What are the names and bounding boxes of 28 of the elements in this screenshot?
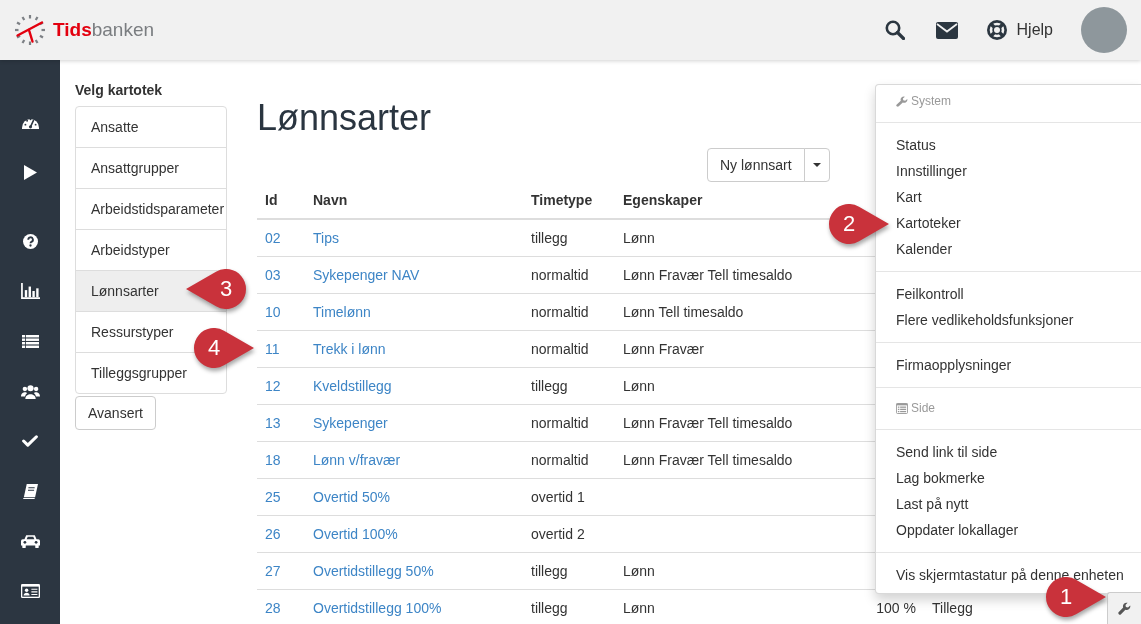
table-cell: overtid 1 — [523, 478, 615, 516]
table-cell: normaltid — [523, 441, 615, 479]
panel-title: Velg kartotek — [75, 81, 164, 100]
table-cell: Lønn — [615, 552, 860, 590]
menu-section-title: System — [911, 93, 951, 110]
table-cell: Lønn Fravær Tell timesaldo — [615, 256, 860, 294]
table-cell: Lønn — [615, 367, 860, 405]
table-cell: Lønn Tell timesaldo — [615, 293, 860, 331]
table-cell: Lønn Fravær Tell timesaldo — [615, 441, 860, 479]
table-cell: tillegg — [523, 219, 615, 257]
table-cell: tillegg — [523, 552, 615, 590]
table-cell: normaltid — [523, 256, 615, 294]
column-header: Navn — [305, 182, 523, 219]
table-cell: normaltid — [523, 404, 615, 442]
column-header: Timetype — [523, 182, 615, 219]
table-cell: tillegg — [523, 589, 615, 624]
callout-tooltip: 3 — [184, 267, 248, 311]
column-header: Id — [257, 182, 305, 219]
table-cell: overtid 2 — [523, 515, 615, 553]
table-cell: tillegg — [523, 367, 615, 405]
table-cell: Lønn Fravær Tell timesaldo — [615, 404, 860, 442]
table-cell: normaltid — [523, 293, 615, 331]
table-cell: Lønn — [615, 589, 860, 624]
page-title: Lønnsarter — [257, 98, 432, 138]
callout-tooltip: 4 — [192, 326, 256, 370]
menu-section-title: Side — [911, 400, 936, 417]
table-cell: normaltid — [523, 330, 615, 368]
table-cell: Lønn Fravær — [615, 330, 860, 368]
